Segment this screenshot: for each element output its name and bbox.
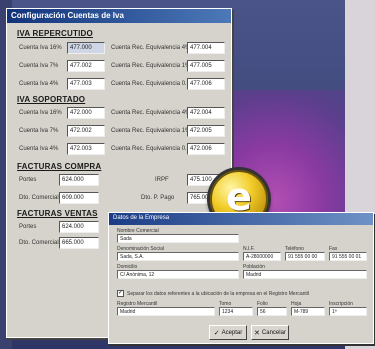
account-field[interactable]: 477.005 [187,60,225,72]
field-label: IRPF [155,177,169,183]
nif-field[interactable]: A-28000000 [243,252,281,261]
field-label: Cuenta Iva 16% [19,45,62,51]
field-label: Portes [19,177,37,183]
poblacion-field[interactable]: Madrid [243,270,367,279]
field-label: Cuenta Rec. Equivalencia 0.5% [111,146,196,152]
form-row: Dto. Comercial 609.000 Dto. P. Pago 765.… [15,191,227,206]
field-label: Cuenta Rec. Equivalencia 4% [111,110,191,116]
section-facturas-ventas: FACTURAS VENTAS [17,209,98,218]
form-row: Cuenta Iva 7% 472.002 Cuenta Rec. Equiva… [15,124,227,139]
folio-field[interactable]: 56 [257,307,287,316]
cancel-button[interactable]: ✕ Cancelar [251,325,289,340]
account-field[interactable]: 472.002 [67,125,105,137]
form-row: Cuenta Iva 16% 472.000 Cuenta Rec. Equiv… [15,106,227,121]
account-field[interactable]: 477.002 [67,60,105,72]
account-field[interactable]: 472.006 [187,143,225,155]
field-label: Cuenta Rec. Equivalencia 1% [111,63,191,69]
field-label: Portes [19,224,37,230]
account-field[interactable]: 609.000 [59,192,99,204]
logo-letter: e [226,175,252,219]
field-label: Dto. Comercial [19,240,59,246]
section-iva-repercutido: IVA REPERCUTIDO [17,29,93,38]
account-field[interactable]: 472.003 [67,143,105,155]
accept-button[interactable]: ✓ Aceptar [209,325,247,340]
form-row: Portes 624.000 IRPF 475.100 [15,173,227,188]
field-label: Cuenta Rec. Equivalencia 0.5% [111,81,196,87]
cancel-button-label: Cancelar [261,329,286,336]
field-label: Cuenta Iva 4% [19,146,59,152]
account-field[interactable]: 665.000 [59,237,99,249]
account-field[interactable]: 472.000 [67,107,105,119]
fax-field[interactable]: 91 555 00 01 [329,252,367,261]
form-row: Cuenta Iva 4% 472.003 Cuenta Rec. Equiva… [15,142,227,157]
close-icon: ✕ [254,329,260,337]
section-facturas-compra: FACTURAS COMPRA [17,162,102,171]
registro-field[interactable]: Madrid [117,307,215,316]
account-field[interactable]: 477.004 [187,42,225,54]
check-icon: ✓ [213,329,220,337]
inscripcion-field[interactable]: 1ª [329,307,367,316]
field-label: Cuenta Iva 7% [19,128,59,134]
form-row: Cuenta Iva 4% 477.003 Cuenta Rec. Equiva… [15,77,227,92]
registro-checkbox[interactable]: ✓ [117,290,124,297]
hoja-field[interactable]: M-789 [291,307,325,316]
field-label: Cuenta Iva 16% [19,110,62,116]
field-label: Dto. P. Pago [141,195,175,201]
field-label: Cuenta Rec. Equivalencia 4% [111,45,191,51]
form-row: Cuenta Iva 7% 477.002 Cuenta Rec. Equiva… [15,59,227,74]
section-iva-soportado: IVA SOPORTADO [17,95,86,104]
window-title[interactable]: Datos de la Empresa [109,213,373,225]
company-data-window: Datos de la Empresa Nombre Comercial Sad… [108,212,374,344]
telefono-field[interactable]: 91 555 00 00 [285,252,325,261]
window-title[interactable]: Configuración Cuentas de Iva [7,9,231,23]
account-field[interactable]: 477.000 [67,42,105,54]
account-field[interactable]: 472.004 [187,107,225,119]
account-field[interactable]: 624.000 [59,221,99,233]
field-label: Dto. Comercial [19,195,59,201]
account-field[interactable]: 477.006 [187,78,225,90]
registro-checkbox-label: Separar los datos referentes a la ubicac… [127,291,310,297]
account-field[interactable]: 624.000 [59,174,99,186]
account-field[interactable]: 472.005 [187,125,225,137]
field-label: Cuenta Iva 7% [19,63,59,69]
account-field[interactable]: 477.003 [67,78,105,90]
nombre-field[interactable]: Sada [117,234,239,243]
domicilio-field[interactable]: C/ Anónima, 12 [117,270,239,279]
razon-social-field[interactable]: Sada, S.A. [117,252,239,261]
field-label: Cuenta Iva 4% [19,81,59,87]
tomo-field[interactable]: 1234 [219,307,253,316]
field-label: Cuenta Rec. Equivalencia 1% [111,128,191,134]
accept-button-label: Aceptar [221,329,243,336]
form-row: Cuenta Iva 16% 477.000 Cuenta Rec. Equiv… [15,41,227,56]
